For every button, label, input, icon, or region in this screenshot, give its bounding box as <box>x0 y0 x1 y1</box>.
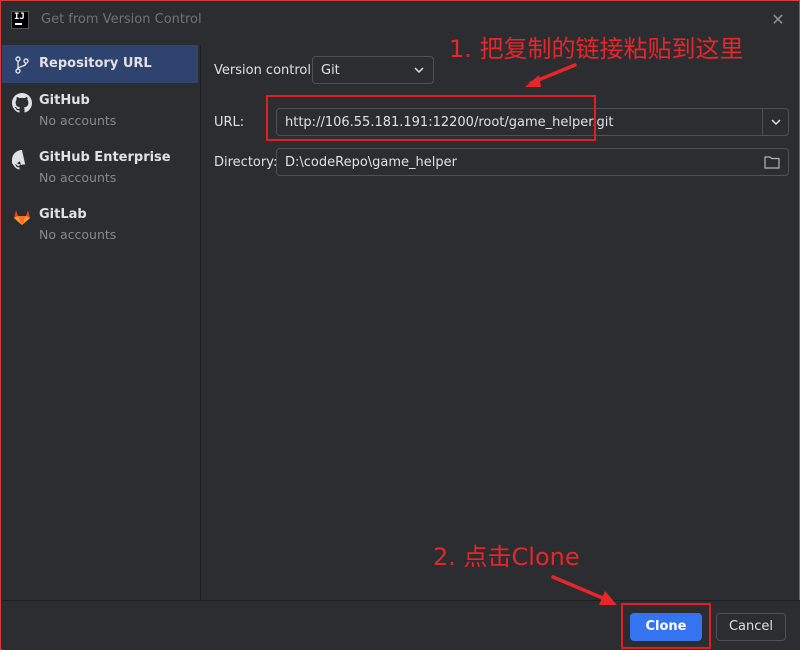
github-icon <box>10 150 32 170</box>
app-logo-text: IJ <box>14 12 25 22</box>
annotation-arrow-1 <box>525 63 577 87</box>
sidebar-item-label: Repository URL <box>39 56 152 71</box>
sidebar-item-label: GitHub <box>39 93 90 108</box>
gitlab-icon <box>12 207 32 227</box>
dialog-window: IJ Get from Version Control ✕ Repository… <box>0 0 800 650</box>
window-title: Get from Version Control <box>41 12 202 27</box>
sidebar-item-gitlab[interactable]: GitLab No accounts <box>2 197 200 254</box>
github-icon <box>12 93 32 113</box>
vcs-select[interactable]: Git <box>312 56 434 84</box>
vcs-label: Version control: <box>214 63 316 78</box>
sidebar-item-label: GitLab <box>39 207 87 222</box>
sidebar-item-repository-url[interactable]: Repository URL <box>2 45 198 83</box>
chevron-down-icon <box>413 64 425 76</box>
annotation-url-highlight <box>266 95 596 141</box>
cancel-button[interactable]: Cancel <box>716 613 786 641</box>
annotation-arrow-2 <box>551 575 617 605</box>
sidebar: Repository URL GitHub No accounts GitHub… <box>2 45 201 600</box>
url-history-dropdown[interactable] <box>762 109 788 135</box>
sidebar-item-label: GitHub Enterprise <box>39 150 171 165</box>
directory-input-value: D:\codeRepo\game_helper <box>285 155 457 170</box>
app-logo-icon: IJ <box>11 11 29 29</box>
sidebar-item-sublabel: No accounts <box>39 170 117 185</box>
annotation-step1-text: 1. 把复制的链接粘贴到这里 <box>449 35 744 63</box>
directory-label: Directory: <box>214 155 278 170</box>
close-icon[interactable]: ✕ <box>767 9 789 31</box>
vcs-branch-icon <box>12 55 32 75</box>
directory-input[interactable]: D:\codeRepo\game_helper <box>276 148 789 176</box>
annotation-step2-text: 2. 点击Clone <box>433 543 580 571</box>
sidebar-item-github[interactable]: GitHub No accounts <box>2 83 200 140</box>
annotation-clone-highlight <box>621 603 711 649</box>
sidebar-item-github-enterprise[interactable]: GitHub Enterprise No accounts <box>2 140 200 197</box>
sidebar-item-sublabel: No accounts <box>39 227 117 242</box>
sidebar-item-sublabel: No accounts <box>39 113 117 128</box>
vcs-select-value: Git <box>321 63 340 78</box>
folder-icon[interactable] <box>764 155 780 169</box>
url-label: URL: <box>214 115 245 130</box>
